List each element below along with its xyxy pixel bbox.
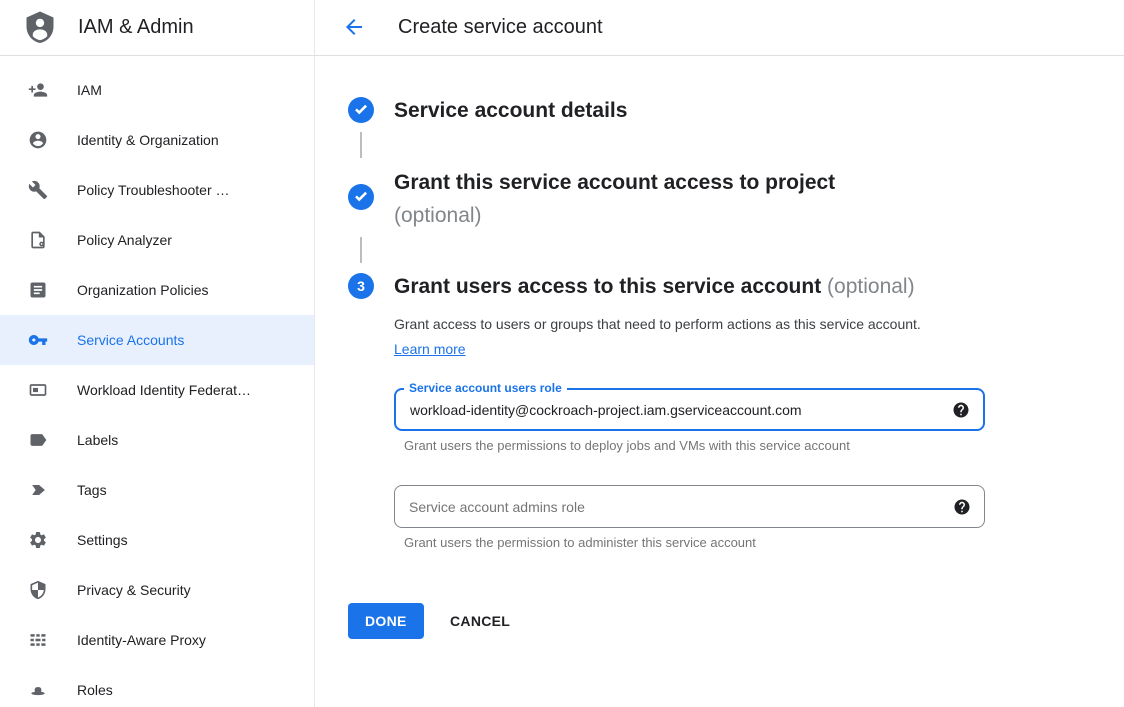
sidebar-item-iam[interactable]: IAM <box>0 65 314 115</box>
account-circle-icon <box>28 130 48 150</box>
sidebar-item-privacy-security[interactable]: Privacy & Security <box>0 565 314 615</box>
sidebar-item-identity-organization[interactable]: Identity & Organization <box>0 115 314 165</box>
policy-analyzer-icon <box>28 230 48 250</box>
key-icon <box>28 330 48 350</box>
document-icon <box>28 280 48 300</box>
iam-shield-logo-icon <box>22 10 58 46</box>
back-arrow-icon <box>342 15 366 39</box>
admins-role-help-icon[interactable] <box>953 498 971 516</box>
users-role-input[interactable] <box>396 390 983 429</box>
cancel-button[interactable]: CANCEL <box>436 603 524 639</box>
hat-icon <box>28 680 48 700</box>
product-header: IAM & Admin <box>0 0 315 55</box>
person-add-icon <box>28 80 48 100</box>
sidebar-item-service-accounts[interactable]: Service Accounts <box>0 315 314 365</box>
users-role-help-icon[interactable] <box>952 401 970 419</box>
admins-role-field <box>394 485 985 528</box>
sidebar-item-tags[interactable]: Tags <box>0 465 314 515</box>
step-connector <box>360 237 362 263</box>
step1-completed-check-icon <box>348 97 374 123</box>
admins-role-input[interactable] <box>395 486 984 527</box>
admins-role-helper-text: Grant users the permission to administer… <box>404 535 756 550</box>
product-title: IAM & Admin <box>78 16 194 39</box>
sidebar-item-roles[interactable]: Roles <box>0 665 314 707</box>
step1-title: Service account details <box>394 96 1094 126</box>
back-button[interactable] <box>341 15 367 41</box>
sidebar-item-labels[interactable]: Labels <box>0 415 314 465</box>
step3-number-badge: 3 <box>348 273 374 299</box>
step3-description: Grant access to users or groups that nee… <box>394 312 950 362</box>
top-header: IAM & Admin Create service account <box>0 0 1124 56</box>
tag-arrow-icon <box>28 480 48 500</box>
step2-title: Grant this service account access to pro… <box>394 166 899 232</box>
page: IAM & Admin Create service account IAM I… <box>0 0 1124 707</box>
sidebar: IAM Identity & Organization Policy Troub… <box>0 56 315 707</box>
sidebar-item-workload-identity-federation[interactable]: Workload Identity Federat… <box>0 365 314 415</box>
step3-title: Grant users access to this service accou… <box>394 270 1104 303</box>
sidebar-item-policy-troubleshooter[interactable]: Policy Troubleshooter … <box>0 165 314 215</box>
step-connector <box>360 132 362 158</box>
page-title: Create service account <box>398 16 603 39</box>
sidebar-item-settings[interactable]: Settings <box>0 515 314 565</box>
id-card-icon <box>28 380 48 400</box>
proxy-icon <box>28 630 48 650</box>
users-role-field: Service account users role <box>394 388 985 431</box>
shield-icon <box>28 580 48 600</box>
done-button[interactable]: DONE <box>348 603 424 639</box>
label-icon <box>28 430 48 450</box>
gear-icon <box>28 530 48 550</box>
wrench-icon <box>28 180 48 200</box>
sidebar-item-organization-policies[interactable]: Organization Policies <box>0 265 314 315</box>
users-role-helper-text: Grant users the permissions to deploy jo… <box>404 438 850 453</box>
sidebar-item-identity-aware-proxy[interactable]: Identity-Aware Proxy <box>0 615 314 665</box>
sidebar-item-policy-analyzer[interactable]: Policy Analyzer <box>0 215 314 265</box>
learn-more-link[interactable]: Learn more <box>394 341 466 357</box>
main-content: Service account details Grant this servi… <box>315 56 1124 707</box>
step2-completed-check-icon <box>348 184 374 210</box>
page-header: Create service account <box>315 0 1124 55</box>
